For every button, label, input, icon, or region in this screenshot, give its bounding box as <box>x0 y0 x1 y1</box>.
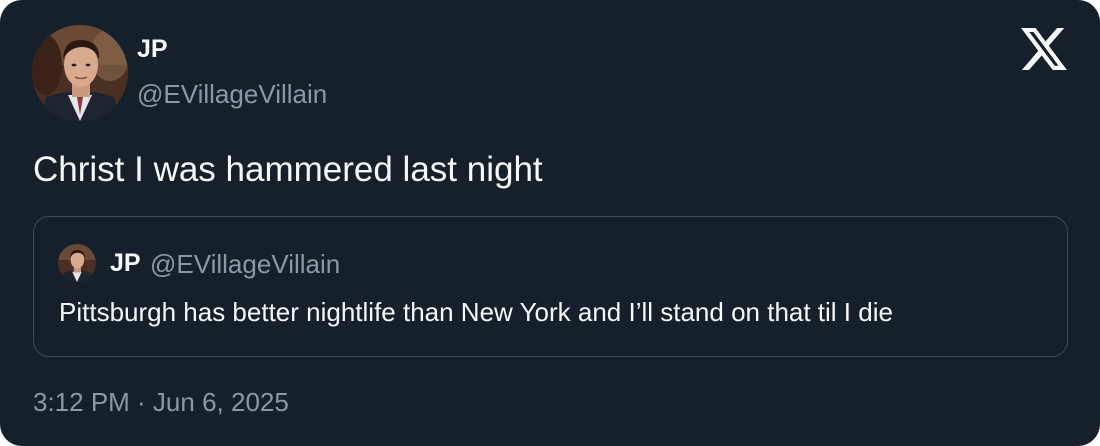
tweet-card: JP @EVillageVillain Christ I was hammere… <box>0 0 1100 446</box>
x-logo-icon[interactable] <box>1021 28 1067 70</box>
avatar-photo-icon <box>58 244 96 282</box>
quoted-author-handle[interactable]: @EVillageVillain <box>150 248 340 280</box>
quoted-tweet[interactable]: JP @EVillageVillain Pittsburgh has bette… <box>33 216 1068 357</box>
quoted-author-avatar[interactable] <box>58 244 96 282</box>
tweet-timestamp[interactable]: 3:12 PM · Jun 6, 2025 <box>33 385 289 419</box>
author-name[interactable]: JP <box>137 33 168 65</box>
avatar-photo-icon <box>32 25 128 121</box>
author-avatar[interactable] <box>32 25 128 121</box>
quoted-author-name[interactable]: JP <box>110 247 141 279</box>
tweet-text: Christ I was hammered last night <box>33 150 543 189</box>
quoted-tweet-text: Pittsburgh has better nightlife than New… <box>59 297 893 327</box>
author-handle[interactable]: @EVillageVillain <box>137 78 327 110</box>
